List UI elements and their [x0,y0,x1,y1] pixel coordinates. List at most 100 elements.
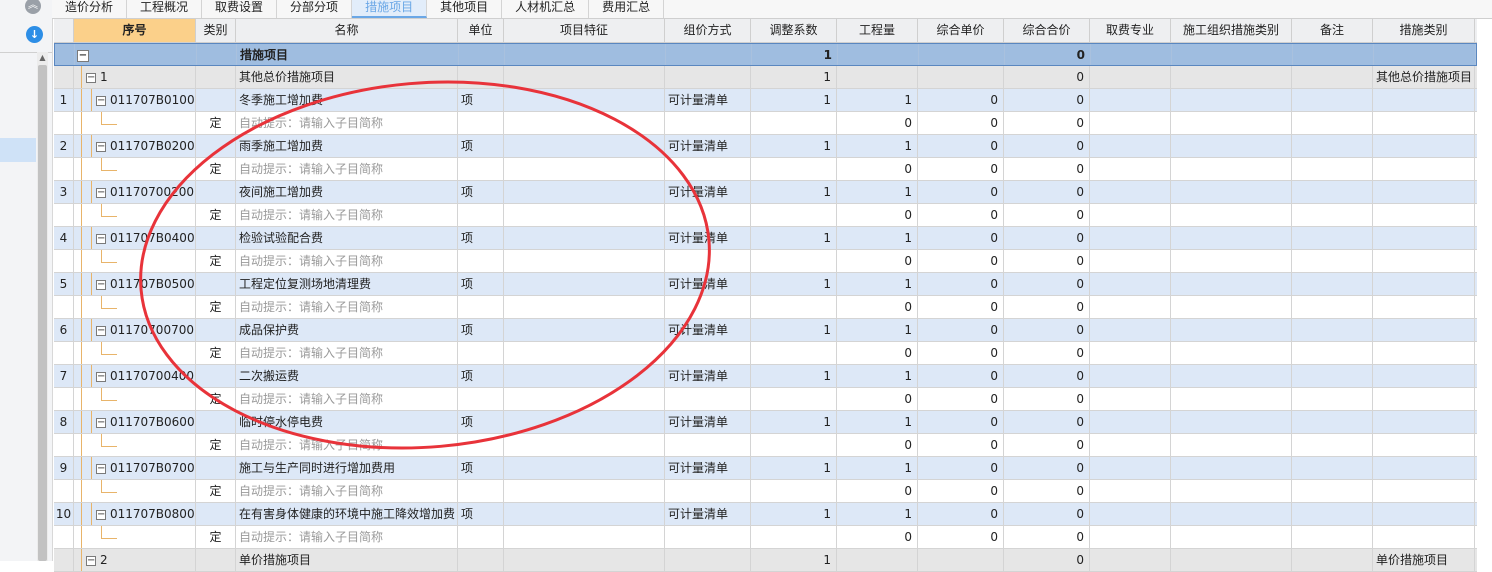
price-cell[interactable] [918,66,1004,88]
coef-cell[interactable]: 1 [751,89,837,111]
type-cell[interactable]: 定 [196,342,236,364]
seq-cell[interactable]: −011707002001 [74,181,196,203]
name-cell[interactable]: 措施项目 [237,44,459,65]
empty-cell[interactable] [504,204,665,226]
empty-cell[interactable] [458,434,504,456]
empty-cell[interactable] [665,434,751,456]
total-cell[interactable]: 0 [1004,549,1090,571]
qty-cell[interactable]: 0 [837,296,918,318]
type-cell[interactable] [196,227,236,249]
tab-5[interactable]: 其他项目 [427,0,503,18]
table-row[interactable]: 5−011707B05001 工程定位复测场地清理费项可计量清单 1 1 0 0 [54,273,1477,296]
empty-cell[interactable] [751,112,837,134]
empty-cell[interactable] [1292,66,1373,88]
name-cell[interactable]: 在有害身体健康的环境中施工降效增加费 [236,503,458,525]
empty-cell[interactable] [1090,388,1171,410]
qty-cell[interactable]: 0 [837,158,918,180]
empty-cell[interactable] [1090,135,1171,157]
name-input-hint[interactable]: 自动提示：请输入子目简称 [236,296,458,318]
coef-cell[interactable]: 1 [751,411,837,433]
coef-cell[interactable]: 1 [752,44,838,65]
total-cell[interactable]: 0 [1004,204,1090,226]
seq-cell[interactable]: −011707B08001 [74,503,196,525]
column-header-13[interactable]: 备注 [1292,19,1373,42]
empty-cell[interactable] [1090,549,1171,571]
empty-cell[interactable] [1292,158,1373,180]
total-cell[interactable]: 0 [1004,250,1090,272]
price-cell[interactable]: 0 [918,457,1004,479]
empty-cell[interactable] [1292,319,1373,341]
pricing-method-cell[interactable]: 可计量清单 [665,319,751,341]
collapse-toggle-icon[interactable]: − [96,463,106,474]
empty-cell[interactable] [1292,227,1373,249]
feature-cell[interactable] [504,89,665,111]
row-group1[interactable]: −1 其他总价措施项目 1 0 其他总价措施项目 [54,66,1477,89]
name-input-hint[interactable]: 自动提示：请输入子目简称 [236,158,458,180]
empty-cell[interactable] [1171,135,1292,157]
type-cell[interactable] [196,181,236,203]
empty-cell[interactable] [665,549,751,571]
empty-cell[interactable] [1171,342,1292,364]
empty-cell[interactable] [1171,549,1292,571]
row-root[interactable]: − 措施项目 1 0 [54,43,1477,66]
qty-cell[interactable]: 0 [837,342,918,364]
empty-cell[interactable] [458,388,504,410]
empty-cell[interactable] [504,342,665,364]
column-header-2[interactable]: 类别 [196,19,236,42]
table-row[interactable]: 2−011707B02001 雨季施工增加费项可计量清单 1 1 0 0 [54,135,1477,158]
table-row[interactable]: 定自动提示：请输入子目简称 0 0 0 [54,434,1477,457]
empty-cell[interactable] [665,204,751,226]
price-cell[interactable]: 0 [918,250,1004,272]
empty-cell[interactable] [1292,181,1373,203]
unit-cell[interactable]: 项 [458,411,504,433]
qty-cell[interactable]: 0 [837,434,918,456]
table-row[interactable]: 7−011707004001 二次搬运费项可计量清单 1 1 0 0 [54,365,1477,388]
total-cell[interactable]: 0 [1004,296,1090,318]
tab-3[interactable]: 分部分项 [277,0,353,18]
total-cell[interactable]: 0 [1004,319,1090,341]
type-cell[interactable] [196,273,236,295]
coef-cell[interactable]: 1 [751,66,837,88]
empty-cell[interactable] [1171,388,1292,410]
price-cell[interactable]: 0 [918,388,1004,410]
collapse-up-icon[interactable]: ︽ [25,0,41,14]
empty-cell[interactable] [504,480,665,502]
empty-cell[interactable] [1090,158,1171,180]
qty-cell[interactable]: 1 [837,89,918,111]
table-row[interactable]: 1−011707B01001 冬季施工增加费项可计量清单 1 1 0 0 [54,89,1477,112]
empty-cell[interactable] [751,250,837,272]
empty-cell[interactable] [1171,89,1292,111]
empty-cell[interactable] [1090,66,1171,88]
coef-cell[interactable]: 1 [751,457,837,479]
collapse-toggle-icon[interactable]: − [96,279,106,290]
qty-cell[interactable] [838,44,919,65]
seq-cell[interactable] [74,526,196,548]
empty-cell[interactable] [1373,434,1475,456]
collapse-toggle-icon[interactable]: − [96,141,106,152]
empty-cell[interactable] [1171,66,1292,88]
price-cell[interactable]: 0 [918,89,1004,111]
empty-cell[interactable] [1292,411,1373,433]
price-cell[interactable]: 0 [918,227,1004,249]
table-row[interactable]: 定自动提示：请输入子目简称 0 0 0 [54,342,1477,365]
table-row[interactable]: 10−011707B08001 在有害身体健康的环境中施工降效增加费项可计量清单 1… [54,503,1477,526]
empty-cell[interactable] [1171,526,1292,548]
table-row[interactable]: 定自动提示：请输入子目简称 0 0 0 [54,388,1477,411]
qty-cell[interactable]: 1 [837,365,918,387]
total-cell[interactable]: 0 [1004,89,1090,111]
qty-cell[interactable]: 0 [837,526,918,548]
unit-cell[interactable]: 项 [458,365,504,387]
empty-cell[interactable] [504,112,665,134]
total-cell[interactable]: 0 [1004,181,1090,203]
empty-cell[interactable] [665,388,751,410]
empty-cell[interactable] [1292,250,1373,272]
tab-7[interactable]: 费用汇总 [589,0,665,18]
type-cell[interactable]: 定 [196,204,236,226]
qty-cell[interactable]: 1 [837,273,918,295]
column-header-4[interactable]: 单位 [458,19,504,42]
tab-6[interactable]: 人材机汇总 [502,0,590,18]
table-row[interactable]: 定自动提示：请输入子目简称 0 0 0 [54,480,1477,503]
empty-cell[interactable] [1292,342,1373,364]
collapse-toggle-icon[interactable]: − [96,95,106,106]
qty-cell[interactable]: 0 [837,250,918,272]
